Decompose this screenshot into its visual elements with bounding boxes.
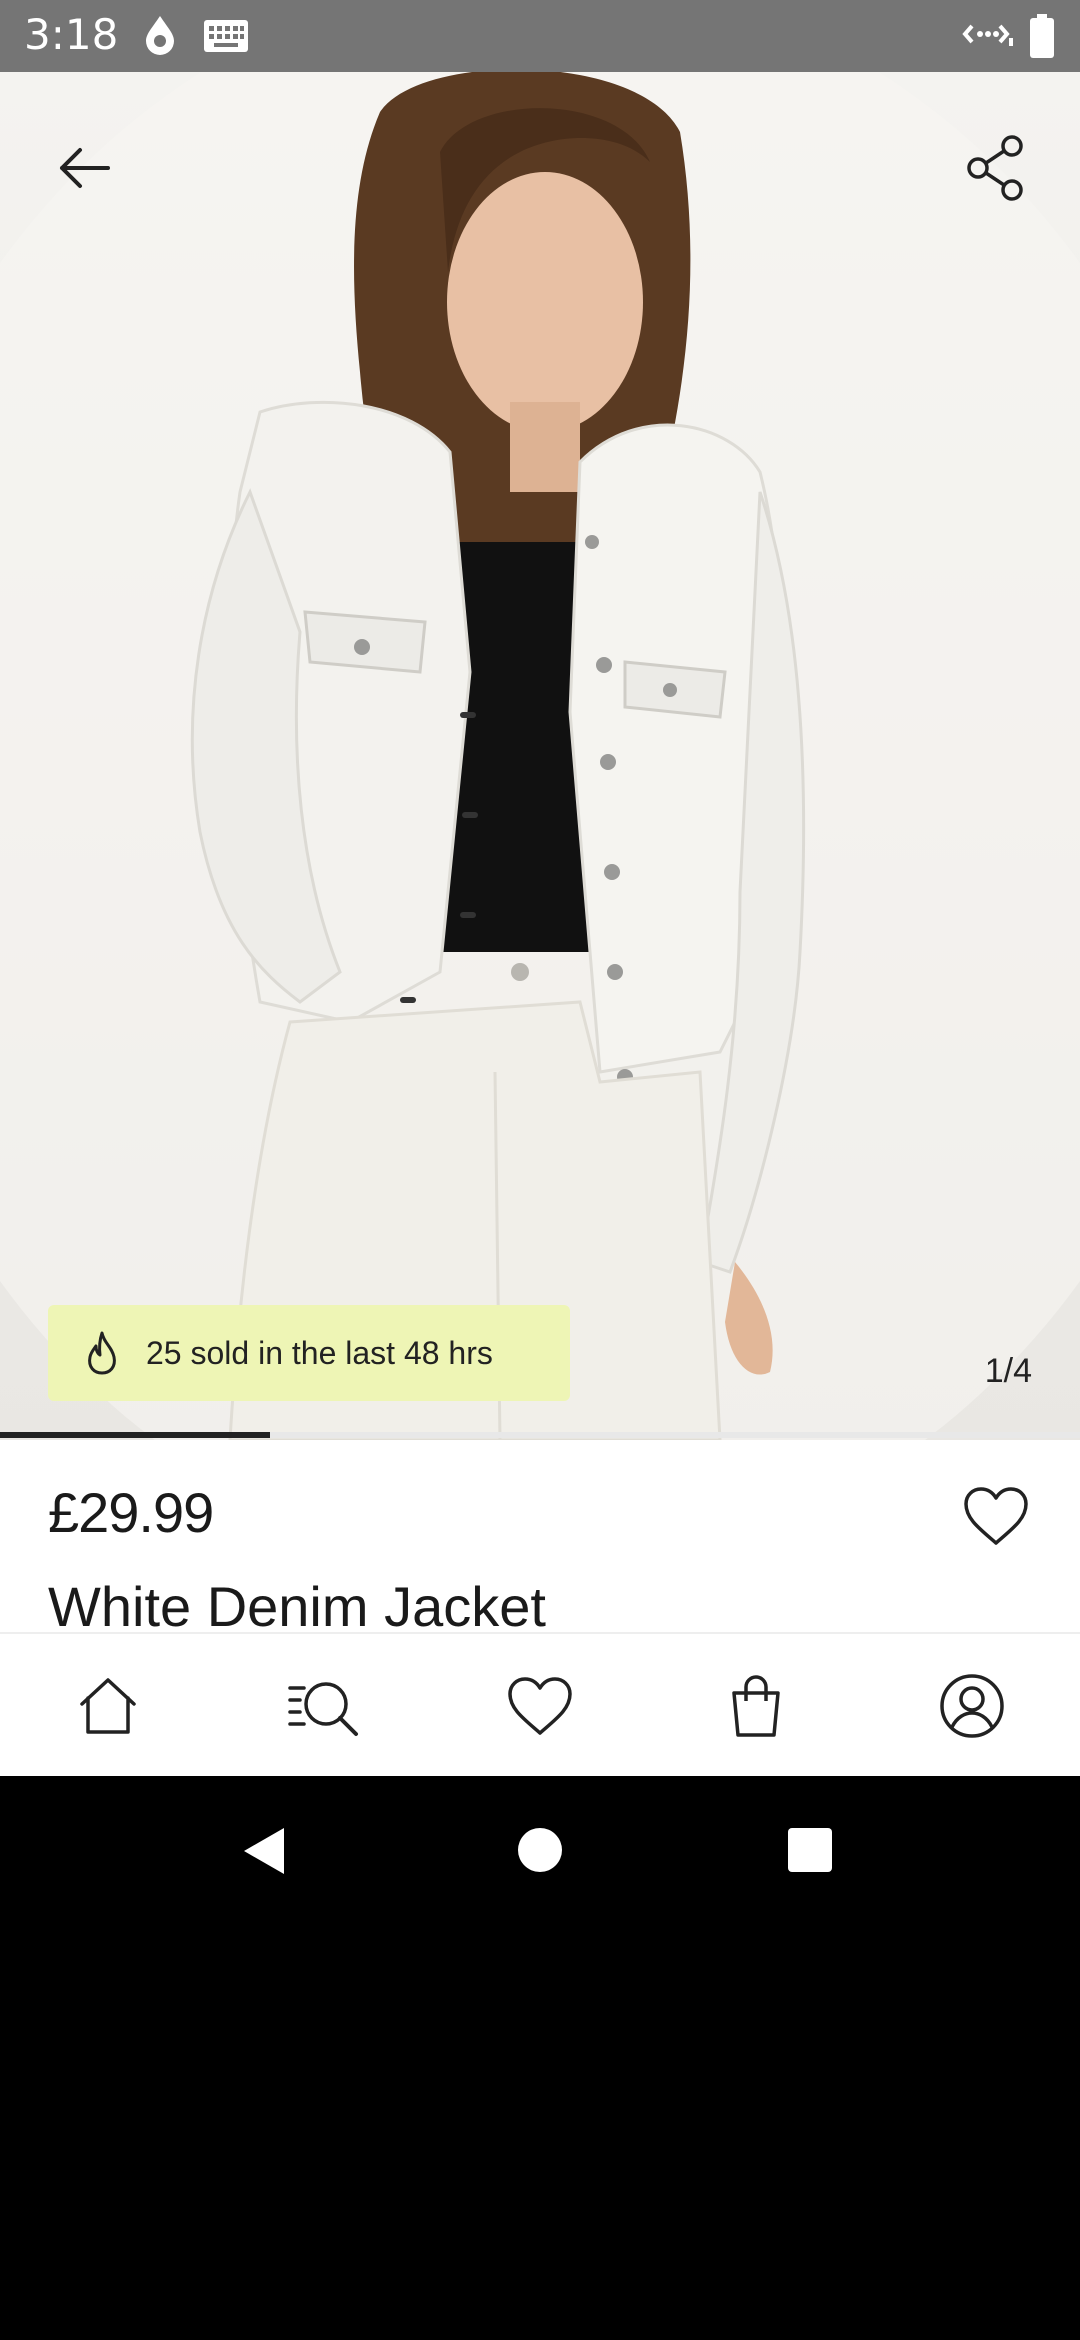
sold-count-text: 25 sold in the last 48 hrs xyxy=(146,1334,493,1371)
system-home-icon[interactable] xyxy=(516,1826,564,1874)
sold-count-badge: 25 sold in the last 48 hrs xyxy=(48,1305,570,1401)
product-image-carousel[interactable]: 25 sold in the last 48 hrs 1/4 xyxy=(0,72,1080,1440)
product-price: £29.99 xyxy=(48,1481,214,1544)
home-icon xyxy=(80,1678,136,1734)
bottom-navigation xyxy=(0,1632,1080,1778)
system-navigation-bar xyxy=(0,1776,1080,1920)
bag-icon xyxy=(732,1675,780,1737)
nav-profile[interactable] xyxy=(922,1656,1022,1756)
system-recents-icon[interactable] xyxy=(786,1826,834,1874)
product-details: £29.99 White Denim Jacket xyxy=(0,1440,1080,1632)
arrow-left-icon xyxy=(60,148,110,188)
keyboard-icon xyxy=(204,20,248,52)
status-time: 3:18 xyxy=(24,10,119,59)
image-progress-bar xyxy=(0,1432,1080,1438)
product-photo xyxy=(0,72,1080,1440)
image-counter: 1/4 xyxy=(984,1352,1032,1390)
share-button[interactable] xyxy=(948,120,1044,216)
nav-home[interactable] xyxy=(58,1656,158,1756)
status-bar: 3:18 xyxy=(0,0,1080,72)
share-icon xyxy=(967,135,1023,201)
profile-icon xyxy=(940,1674,1004,1738)
back-button[interactable] xyxy=(36,120,132,216)
drop-icon xyxy=(146,16,174,55)
heart-icon xyxy=(964,1487,1028,1545)
system-back-icon[interactable] xyxy=(240,1826,290,1876)
image-progress-fill xyxy=(0,1432,270,1438)
battery-icon xyxy=(1030,14,1054,58)
search-icon xyxy=(288,1682,358,1736)
nav-bag[interactable] xyxy=(706,1656,806,1756)
nav-search[interactable] xyxy=(274,1656,374,1756)
nav-wishlist[interactable] xyxy=(490,1656,590,1756)
heart-icon xyxy=(508,1677,572,1735)
data-transfer-icon xyxy=(962,24,1013,46)
fire-icon xyxy=(88,1331,116,1375)
wishlist-button[interactable] xyxy=(960,1480,1032,1552)
product-name: White Denim Jacket xyxy=(48,1575,546,1632)
